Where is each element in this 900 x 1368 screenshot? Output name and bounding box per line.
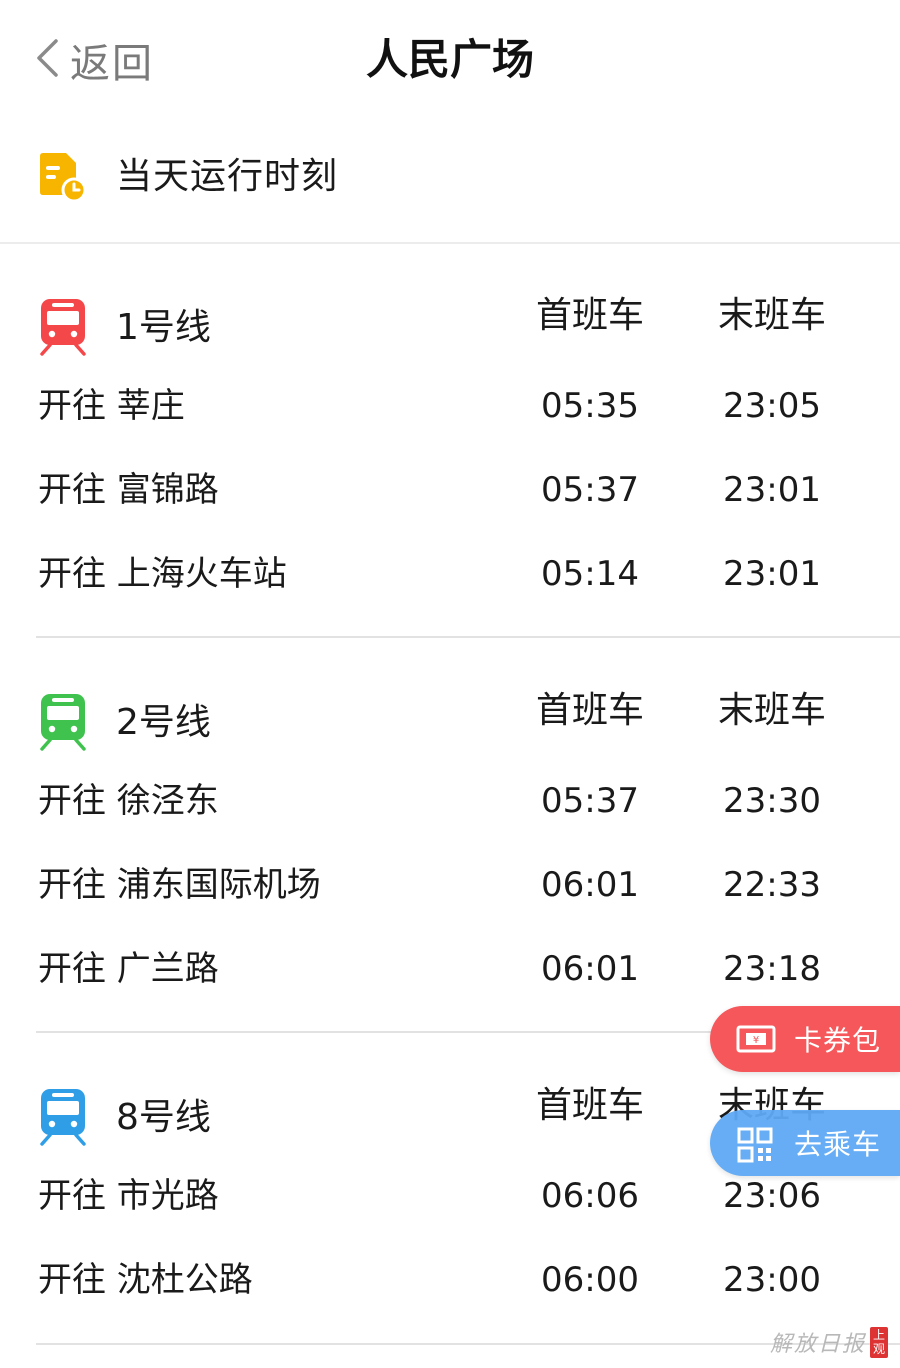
schedule-doc-clock-icon [38, 152, 87, 203]
first-train-time: 05:14 [541, 554, 639, 594]
last-train-time: 23:05 [723, 386, 821, 426]
watermark-text: 解放日报 [769, 1332, 866, 1357]
schedule-row: 开往 浦东国际机场 06:01 22:33 [0, 855, 900, 915]
first-train-time: 06:01 [541, 949, 639, 989]
train-icon [38, 693, 88, 751]
qr-code-icon [736, 1127, 776, 1163]
destination: 开往 上海火车站 [38, 554, 287, 594]
first-train-time: 05:37 [541, 781, 639, 821]
svg-text:¥: ¥ [753, 1035, 759, 1046]
coupon-wallet-label: 卡券包 [794, 1024, 882, 1057]
nav-bar: 返回 人民广场 [0, 0, 900, 120]
line-header: 1号线 首班车 末班车 [0, 292, 900, 362]
last-train-header: 末班车 [717, 295, 826, 336]
schedule-row: 开往 广兰路 06:01 23:18 [0, 939, 900, 999]
ticket-icon: ¥ [736, 1023, 776, 1055]
schedule-row: 开往 徐泾东 05:37 23:30 [0, 771, 900, 831]
train-icon [38, 298, 88, 356]
schedule-row: 开往 莘庄 05:35 23:05 [0, 376, 900, 436]
destination: 开往 富锦路 [38, 470, 219, 510]
first-train-header: 首班车 [535, 295, 644, 336]
schedule-header-label: 当天运行时刻 [116, 156, 339, 197]
divider [0, 242, 900, 244]
last-train-time: 22:33 [723, 865, 821, 905]
first-train-time: 06:06 [541, 1176, 639, 1216]
first-train-time: 06:01 [541, 865, 639, 905]
last-train-time: 23:01 [723, 470, 821, 510]
watermark-seal: 上观 [870, 1326, 888, 1358]
line-header: 2号线 首班车 末班车 [0, 687, 900, 757]
station-schedule-page: 返回 人民广场 当天运行时刻 1号线 首班车 末班车 开往 莘庄 05:35 2… [0, 0, 900, 1368]
divider [36, 636, 900, 638]
schedule-header[interactable]: 当天运行时刻 [0, 140, 900, 240]
destination: 开往 莘庄 [38, 386, 185, 426]
schedule-row: 开往 沈杜公路 06:00 23:00 [0, 1250, 900, 1310]
last-train-time: 23:18 [723, 949, 821, 989]
schedule-row: 开往 富锦路 05:37 23:01 [0, 460, 900, 520]
last-train-time: 23:30 [723, 781, 821, 821]
line-name: 2号线 [116, 702, 211, 743]
line-name: 1号线 [116, 307, 211, 348]
coupon-wallet-button[interactable]: ¥ 卡券包 [710, 1006, 900, 1072]
first-train-time: 05:37 [541, 470, 639, 510]
destination: 开往 广兰路 [38, 949, 219, 989]
first-train-header: 首班车 [535, 1085, 644, 1126]
last-train-time: 23:00 [723, 1260, 821, 1300]
go-ride-button[interactable]: 去乘车 [710, 1110, 900, 1176]
train-icon [38, 1088, 88, 1146]
go-ride-label: 去乘车 [794, 1128, 882, 1161]
destination: 开往 徐泾东 [38, 781, 219, 821]
line-name: 8号线 [116, 1097, 211, 1138]
page-title: 人民广场 [365, 35, 534, 84]
schedule-row: 开往 上海火车站 05:14 23:01 [0, 544, 900, 604]
first-train-time: 06:00 [541, 1260, 639, 1300]
destination: 开往 浦东国际机场 [38, 865, 321, 905]
last-train-time: 23:01 [723, 554, 821, 594]
destination: 开往 沈杜公路 [38, 1260, 253, 1300]
watermark: 解放日报 上观 [770, 1326, 888, 1358]
last-train-header: 末班车 [717, 690, 826, 731]
first-train-time: 05:35 [541, 386, 639, 426]
first-train-header: 首班车 [535, 690, 644, 731]
destination: 开往 市光路 [38, 1176, 219, 1216]
